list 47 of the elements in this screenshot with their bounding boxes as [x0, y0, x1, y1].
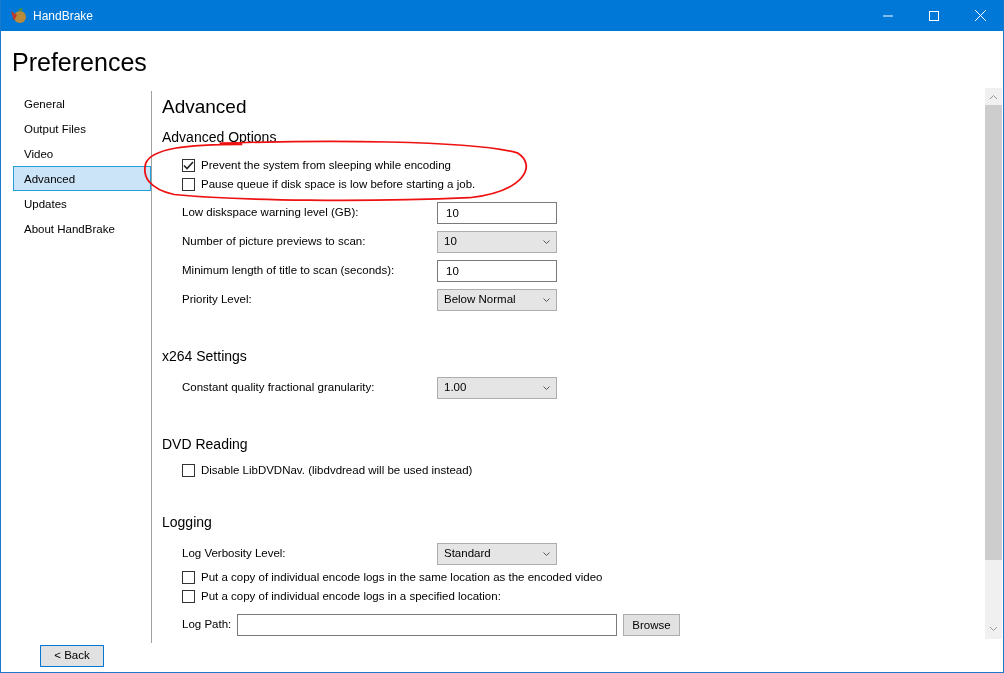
group-heading: Advanced Options — [162, 128, 278, 146]
section-title: Advanced — [162, 95, 248, 119]
checkbox-label: Pause queue if disk space is low before starting a job. — [201, 176, 476, 192]
sidebar-item[interactable]: Advanced — [13, 166, 151, 191]
field-label: Low diskspace warning level (GB): — [182, 204, 360, 220]
caret-icon — [543, 551, 550, 556]
sidebar-item[interactable]: About HandBrake — [13, 216, 151, 241]
sidebar-item[interactable]: General — [13, 91, 151, 116]
field-label: Log Path: — [182, 616, 232, 632]
checkbox[interactable] — [182, 571, 195, 584]
dropdown[interactable]: 1.00 — [437, 376, 557, 399]
field-label: Priority Level: — [182, 291, 253, 307]
input-field[interactable]: 10 — [437, 259, 557, 282]
dropdown[interactable]: 10 — [437, 230, 557, 253]
dropdown[interactable]: Below Normal — [437, 288, 557, 311]
field-label: Log Verbosity Level: — [182, 545, 287, 561]
input-field[interactable]: 10 — [437, 201, 557, 224]
sidebar-item[interactable]: Video — [13, 141, 151, 166]
group-heading: DVD Reading — [162, 435, 249, 453]
sidebar-item[interactable]: Output Files — [13, 116, 151, 141]
app-logo-icon — [9, 7, 27, 24]
sidebar-item[interactable]: Updates — [13, 191, 151, 216]
checkbox-label: Put a copy of individual encode logs in the same location as the encoded video — [201, 569, 603, 585]
field-label: Number of picture previews to scan: — [182, 233, 367, 249]
caret-icon — [543, 239, 550, 244]
back-button[interactable]: < Back — [40, 645, 104, 667]
checkbox[interactable] — [182, 464, 195, 477]
checkbox-label: Put a copy of individual encode logs in a specified location: — [201, 588, 501, 604]
close-icon[interactable] — [974, 10, 986, 21]
group-heading: x264 Settings — [162, 347, 248, 365]
checkbox-label: Disable LibDVDNav. (libdvdread will be used instead) — [201, 462, 473, 478]
dropdown[interactable]: Standard — [437, 542, 557, 565]
caret-icon — [543, 297, 550, 302]
checkbox[interactable] — [182, 590, 195, 603]
field-label: Minimum length of title to scan (seconds): — [182, 262, 396, 278]
caret-icon — [543, 385, 550, 390]
maximize-icon[interactable] — [929, 10, 939, 21]
browse-button[interactable]: Browse — [623, 613, 680, 636]
checkbox[interactable] — [182, 159, 195, 172]
input-field[interactable] — [237, 613, 618, 636]
page-title: Preferences — [12, 47, 148, 77]
scrollbar[interactable] — [985, 88, 1002, 639]
checkbox[interactable] — [182, 178, 195, 191]
group-heading: Logging — [162, 513, 213, 531]
checkbox-label: Prevent the system from sleeping while encoding — [201, 157, 451, 173]
field-label: Constant quality fractional granularity: — [182, 379, 376, 395]
window-title: HandBrake — [33, 7, 94, 25]
